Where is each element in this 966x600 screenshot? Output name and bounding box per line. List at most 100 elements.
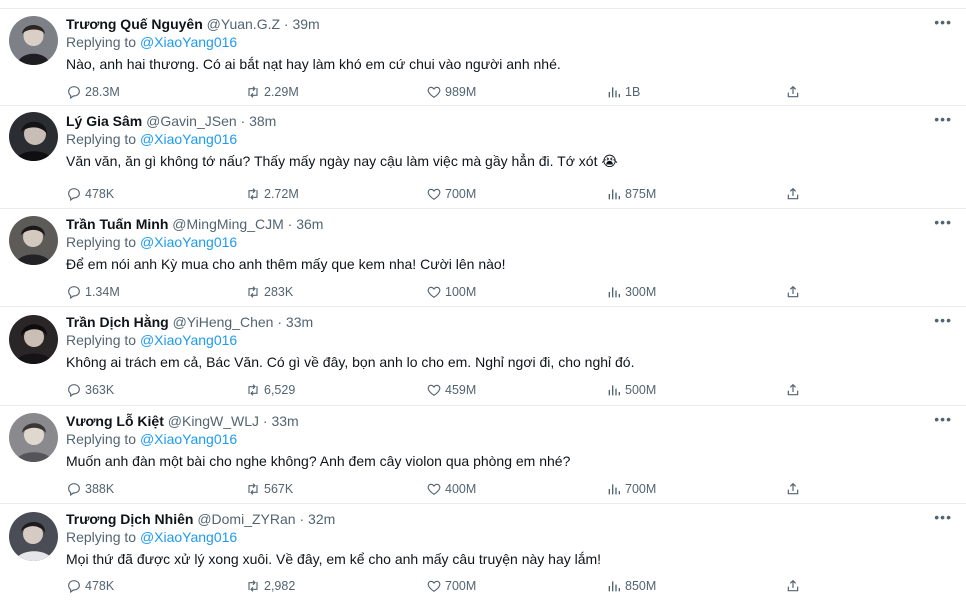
share-button[interactable]: [785, 283, 804, 301]
tweet-header: Trương Quế Nguyên @Yuan.G.Z · 39m: [66, 15, 320, 33]
avatar[interactable]: [9, 315, 58, 364]
display-name[interactable]: Vương Lỗ Kiệt: [66, 413, 164, 429]
share-button[interactable]: [785, 185, 804, 203]
mention-link[interactable]: @XiaoYang016: [140, 234, 237, 250]
view-count: 850M: [625, 579, 657, 593]
avatar[interactable]: [9, 112, 58, 161]
reply-tweet[interactable]: Trần Dịch Hằng @YiHeng_Chen · 33m ••• Re…: [0, 307, 966, 406]
tweet-header: Lý Gia Sâm @Gavin_JSen · 38m: [66, 112, 276, 130]
retweet-button[interactable]: 2,982: [245, 577, 295, 595]
timestamp[interactable]: 39m: [292, 16, 319, 32]
share-button[interactable]: [785, 577, 804, 595]
user-handle[interactable]: @YiHeng_Chen: [173, 314, 274, 330]
tweet-text: Nào, anh hai thương. Có ai bắt nạt hay l…: [66, 56, 561, 72]
view-count: 300M: [625, 285, 657, 299]
separator-dot: ·: [240, 113, 246, 129]
separator-dot: ·: [277, 314, 283, 330]
mention-link[interactable]: @XiaoYang016: [140, 34, 237, 50]
tweet-actions: 28.3M 2.29M 989M 1B: [66, 83, 816, 101]
retweet-button[interactable]: 567K: [245, 480, 293, 498]
share-button[interactable]: [785, 83, 804, 101]
reply-icon: [68, 384, 80, 398]
user-handle[interactable]: @MingMing_CJM: [172, 216, 283, 232]
avatar[interactable]: [9, 216, 58, 265]
retweet-icon: [248, 286, 258, 298]
replying-to-label: Replying to: [66, 529, 137, 545]
like-button[interactable]: 700M: [426, 577, 476, 595]
mention-link[interactable]: @XiaoYang016: [140, 431, 237, 447]
user-handle[interactable]: @Yuan.G.Z: [207, 16, 280, 32]
views-button[interactable]: 700M: [606, 480, 656, 498]
share-button[interactable]: [785, 381, 804, 399]
reply-button[interactable]: 478K: [66, 577, 114, 595]
user-handle[interactable]: @Gavin_JSen: [146, 113, 236, 129]
reply-tweet[interactable]: Trương Dịch Nhiên @Domi_ZYRan · 32m ••• …: [0, 504, 966, 600]
tweet-text: Không ai trách em cả, Bác Văn. Có gì về …: [66, 354, 635, 370]
retweet-button[interactable]: 2.72M: [245, 185, 299, 203]
reply-button[interactable]: 363K: [66, 381, 114, 399]
avatar[interactable]: [9, 413, 58, 462]
more-options-icon[interactable]: •••: [934, 112, 952, 126]
timestamp[interactable]: 38m: [249, 113, 276, 129]
timestamp[interactable]: 33m: [271, 413, 298, 429]
retweet-button[interactable]: 2.29M: [245, 83, 299, 101]
user-handle[interactable]: @Domi_ZYRan: [197, 511, 295, 527]
like-button[interactable]: 459M: [426, 381, 476, 399]
retweet-icon: [248, 384, 258, 396]
views-button[interactable]: 875M: [606, 185, 656, 203]
mention-link[interactable]: @XiaoYang016: [140, 332, 237, 348]
more-options-icon[interactable]: •••: [934, 313, 952, 327]
view-count: 700M: [625, 482, 657, 496]
share-button[interactable]: [785, 480, 804, 498]
reply-button[interactable]: 478K: [66, 185, 114, 203]
views-button[interactable]: 300M: [606, 283, 656, 301]
replying-to: Replying to @XiaoYang016: [66, 331, 237, 349]
timestamp[interactable]: 36m: [296, 216, 323, 232]
tweet-header: Trần Dịch Hằng @YiHeng_Chen · 33m: [66, 313, 313, 331]
tweet-actions: 478K 2.72M 700M 875M: [66, 185, 816, 203]
more-options-icon[interactable]: •••: [934, 15, 952, 29]
replying-to: Replying to @XiaoYang016: [66, 528, 237, 546]
reply-button[interactable]: 388K: [66, 480, 114, 498]
display-name[interactable]: Trần Tuấn Minh: [66, 216, 168, 232]
heart-icon: [427, 86, 441, 99]
tweet-header: Vương Lỗ Kiệt @KingW_WLJ · 33m: [66, 412, 299, 430]
more-options-icon[interactable]: •••: [934, 510, 952, 524]
views-button[interactable]: 500M: [606, 381, 656, 399]
display-name[interactable]: Trương Quế Nguyên: [66, 16, 203, 32]
like-button[interactable]: 989M: [426, 83, 476, 101]
more-options-icon[interactable]: •••: [934, 215, 952, 229]
display-name[interactable]: Lý Gia Sâm: [66, 113, 142, 129]
display-name[interactable]: Trần Dịch Hằng: [66, 314, 169, 330]
avatar[interactable]: [9, 512, 58, 561]
reply-tweet[interactable]: Vương Lỗ Kiệt @KingW_WLJ · 33m ••• Reply…: [0, 406, 966, 504]
timestamp[interactable]: 32m: [308, 511, 335, 527]
tweet-actions: 388K 567K 400M 700M: [66, 480, 816, 498]
reply-icon: [68, 286, 80, 300]
display-name[interactable]: Trương Dịch Nhiên: [66, 511, 193, 527]
reply-button[interactable]: 1.34M: [66, 283, 120, 301]
avatar[interactable]: [9, 16, 58, 65]
timestamp[interactable]: 33m: [286, 314, 313, 330]
views-button[interactable]: 1B: [606, 83, 640, 101]
views-icon: [608, 189, 620, 200]
reply-tweet[interactable]: Lý Gia Sâm @Gavin_JSen · 38m ••• Replyin…: [0, 106, 966, 209]
like-button[interactable]: 100M: [426, 283, 476, 301]
like-button[interactable]: 400M: [426, 480, 476, 498]
retweet-button[interactable]: 283K: [245, 283, 293, 301]
user-handle[interactable]: @KingW_WLJ: [168, 413, 259, 429]
views-button[interactable]: 850M: [606, 577, 656, 595]
tweet-actions: 478K 2,982 700M 850M: [66, 577, 816, 595]
mention-link[interactable]: @XiaoYang016: [140, 131, 237, 147]
separator-dot: ·: [299, 511, 305, 527]
mention-link[interactable]: @XiaoYang016: [140, 529, 237, 545]
more-options-icon[interactable]: •••: [934, 412, 952, 426]
like-count: 100M: [445, 285, 477, 299]
reply-button[interactable]: 28.3M: [66, 83, 120, 101]
retweet-button[interactable]: 6,529: [245, 381, 295, 399]
reply-tweet[interactable]: Trần Tuấn Minh @MingMing_CJM · 36m ••• R…: [0, 209, 966, 307]
replying-to-label: Replying to: [66, 332, 137, 348]
reply-tweet[interactable]: Trương Quế Nguyên @Yuan.G.Z · 39m ••• Re…: [0, 9, 966, 106]
like-count: 989M: [445, 85, 477, 99]
like-button[interactable]: 700M: [426, 185, 476, 203]
